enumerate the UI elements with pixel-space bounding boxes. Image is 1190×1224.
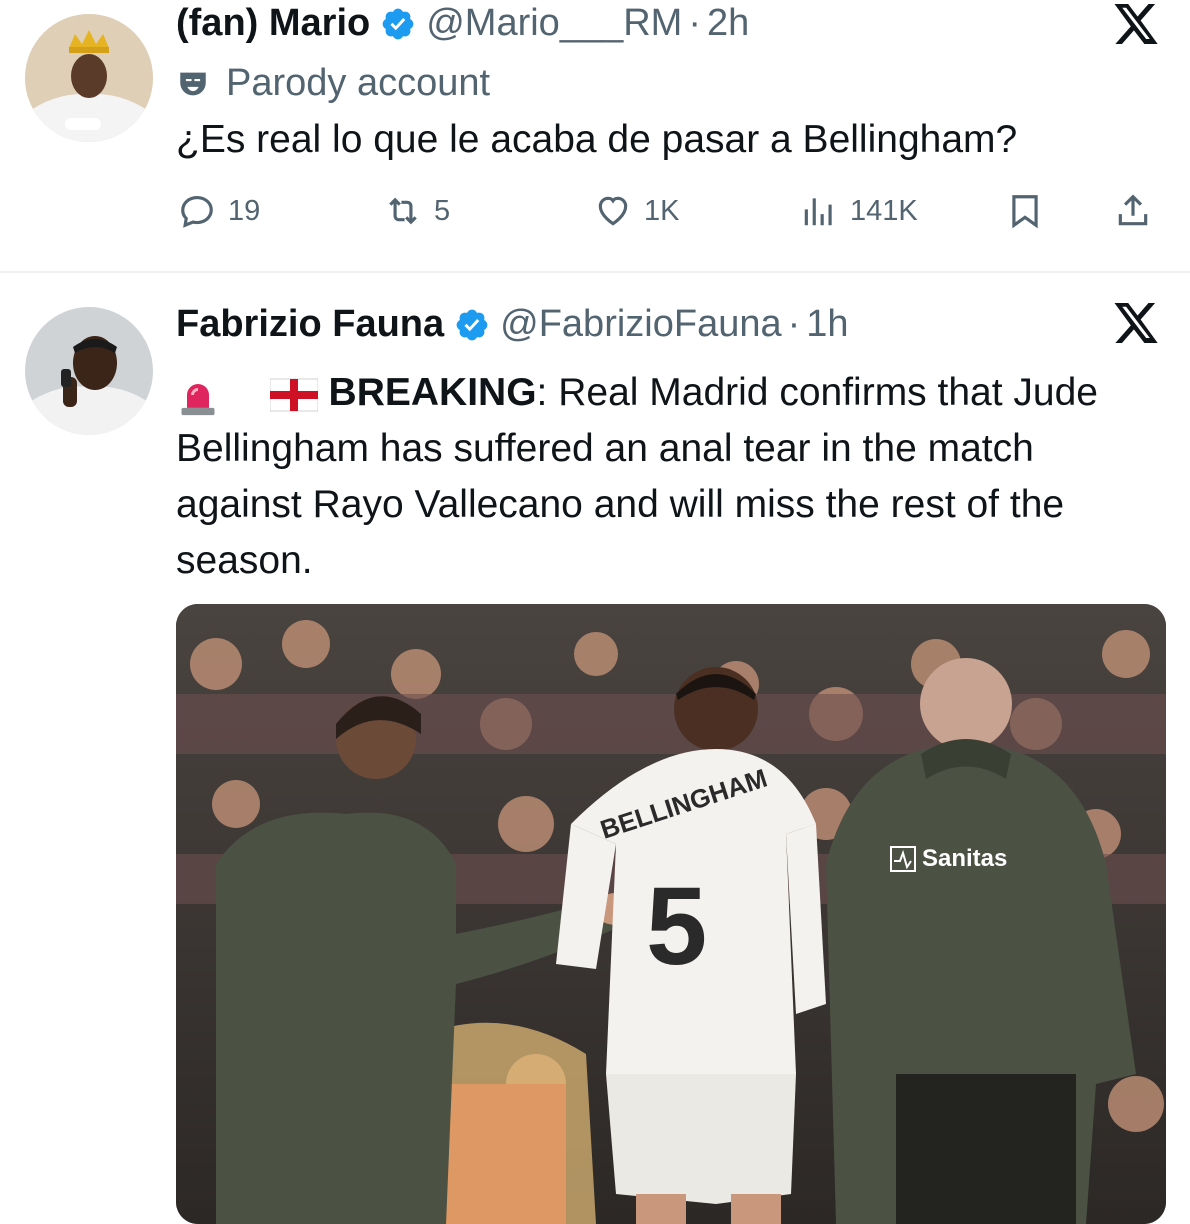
separator: · — [688, 2, 701, 44]
breaking-label: BREAKING — [328, 371, 537, 414]
like-count: 1K — [644, 194, 680, 227]
repost-icon — [389, 197, 417, 225]
bookmark-icon — [1012, 195, 1038, 229]
parody-label: Parody account — [176, 62, 490, 105]
share-button[interactable] — [1114, 192, 1164, 230]
parody-mask-icon — [180, 72, 206, 95]
timestamp[interactable]: 1h — [806, 303, 848, 346]
views-icon — [804, 198, 832, 226]
share-icon — [1118, 194, 1148, 226]
photo-illustration: BELLINGHAM 5 Sanitas — [176, 604, 1166, 1224]
avatar-fabrizio[interactable] — [25, 307, 153, 435]
separator: · — [787, 303, 801, 345]
tweet-text: BREAKING: Real Madrid confirms that Jude… — [176, 365, 1166, 589]
siren-icon — [181, 383, 215, 415]
avatar-mario[interactable] — [25, 14, 153, 142]
reply-count: 19 — [228, 194, 261, 227]
jersey-number: 5 — [646, 865, 707, 988]
tweet-text: ¿Es real lo que le acaba de pasar a Bell… — [176, 118, 1018, 161]
handle[interactable]: @Mario___RM — [426, 2, 682, 45]
tweet-photo[interactable]: BELLINGHAM 5 Sanitas — [176, 604, 1166, 1224]
views-count: 141K — [850, 194, 918, 227]
x-logo-icon[interactable] — [1112, 303, 1160, 347]
reply-button[interactable]: 19 — [178, 192, 260, 230]
parody-text: Parody account — [226, 62, 491, 104]
repost-count: 5 — [434, 194, 451, 227]
like-button[interactable]: 1K — [594, 192, 679, 230]
tweet-header: (fan) Mario @Mario___RM · 2h — [176, 2, 749, 45]
display-name[interactable]: (fan) Mario — [176, 2, 370, 45]
x-logo-icon[interactable] — [1112, 4, 1160, 48]
tweet-fabrizio-fauna[interactable]: Fabrizio Fauna @FabrizioFauna · 1h BREAK… — [0, 273, 1190, 1224]
breaking-colon: : — [536, 371, 548, 414]
views-button[interactable]: 141K — [800, 192, 918, 230]
action-bar: 19 5 1K 141K — [0, 192, 1190, 242]
verified-badge-icon — [382, 8, 414, 39]
repost-button[interactable]: 5 — [384, 192, 450, 230]
reply-icon — [181, 195, 213, 228]
like-icon — [598, 196, 628, 226]
england-flag-icon — [269, 378, 318, 412]
tweet-parody-mario[interactable]: (fan) Mario @Mario___RM · 2h Parody acco… — [0, 0, 1190, 272]
tweet-header: Fabrizio Fauna @FabrizioFauna · 1h — [176, 303, 849, 346]
handle[interactable]: @FabrizioFauna — [500, 303, 781, 346]
display-name[interactable]: Fabrizio Fauna — [176, 303, 444, 346]
bookmark-button[interactable] — [1006, 192, 1056, 230]
jacket-brand: Sanitas — [922, 845, 1007, 872]
timestamp[interactable]: 2h — [707, 2, 749, 45]
verified-badge-icon — [456, 309, 488, 340]
